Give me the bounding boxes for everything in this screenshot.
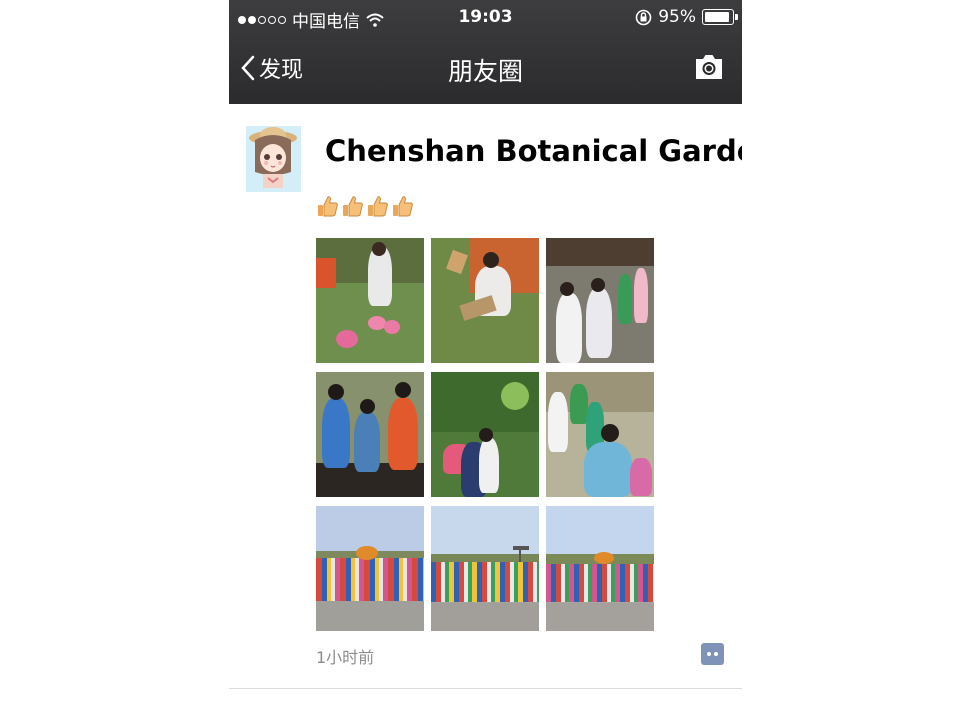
photo-thumbnail[interactable] (546, 238, 654, 363)
divider (229, 688, 742, 689)
status-right: 95% (635, 7, 738, 27)
author-name[interactable]: Chenshan Botanical Garden (325, 134, 742, 168)
thumbs-up-icon (318, 196, 338, 217)
photo-thumbnail[interactable] (431, 238, 539, 363)
photo-grid (316, 238, 654, 631)
photo-thumbnail[interactable] (546, 372, 654, 497)
wechat-moments-screen: 中国电信 19:03 95% 发现 朋友圈 Chenshan Botanical… (229, 0, 742, 720)
thumbs-up-icon (393, 196, 413, 217)
thumbs-up-icon (368, 196, 388, 217)
thumbs-up-icon (343, 196, 363, 217)
avatar[interactable] (246, 126, 301, 192)
photo-thumbnail[interactable] (431, 506, 539, 631)
camera-icon[interactable] (693, 52, 725, 82)
photo-thumbnail[interactable] (431, 372, 539, 497)
comment-icon[interactable] (701, 643, 724, 665)
battery-icon (702, 9, 738, 25)
battery-percent: 95% (658, 7, 696, 27)
top-bar: 中国电信 19:03 95% 发现 朋友圈 (229, 0, 742, 104)
navigation-bar: 发现 朋友圈 (229, 36, 742, 104)
photo-thumbnail[interactable] (316, 372, 424, 497)
page-title: 朋友圈 (447, 57, 523, 86)
photo-thumbnail[interactable] (316, 506, 424, 631)
rotation-lock-icon (635, 9, 652, 25)
post-timestamp: 1小时前 (316, 648, 375, 667)
status-bar: 中国电信 19:03 95% (229, 0, 742, 36)
photo-thumbnail[interactable] (546, 506, 654, 631)
emoji-row (316, 194, 415, 218)
photo-thumbnail[interactable] (316, 238, 424, 363)
